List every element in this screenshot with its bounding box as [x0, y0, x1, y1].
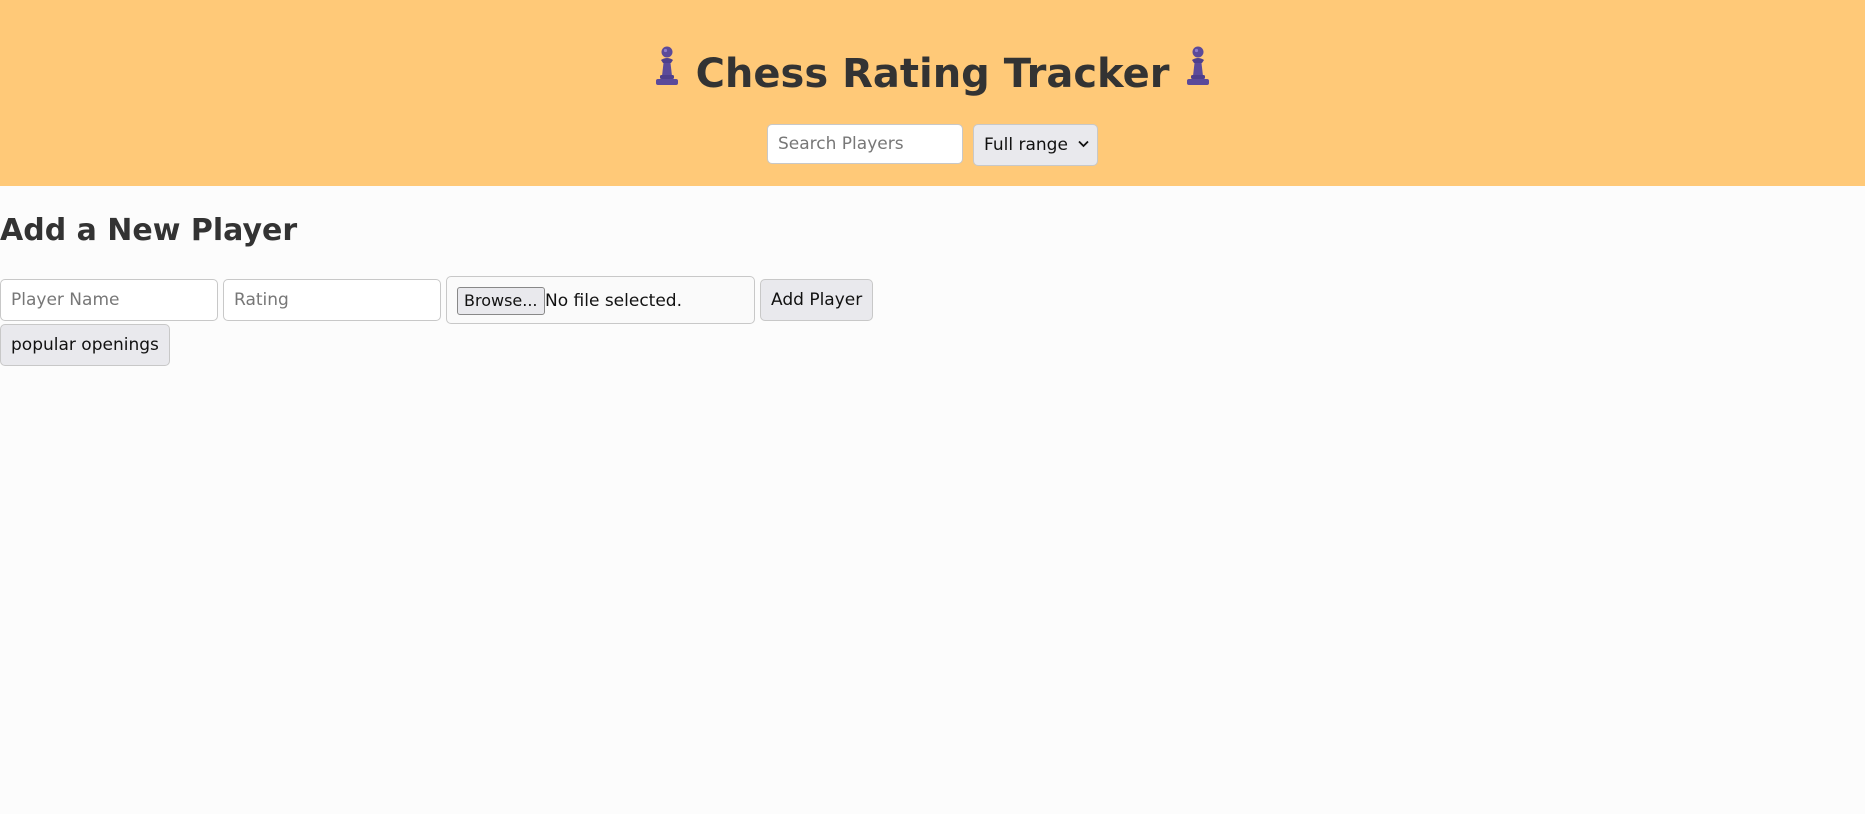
rating-range-select[interactable]: Full range: [973, 124, 1098, 166]
range-select-value: Full range: [984, 135, 1068, 155]
page-title: Chess Rating Tracker: [695, 51, 1170, 97]
file-status: No file selected.: [545, 291, 682, 311]
search-input[interactable]: [767, 124, 963, 164]
header: Chess Rating Tracker Full range: [0, 0, 1865, 186]
add-player-form: Browse... No file selected. Add Player: [0, 276, 874, 324]
popular-openings-button[interactable]: popular openings: [0, 324, 170, 366]
pawn-icon: [652, 45, 682, 100]
pawn-icon: [1183, 45, 1213, 100]
add-player-heading: Add a New Player: [0, 213, 298, 248]
player-name-field[interactable]: [0, 279, 218, 321]
chevron-down-icon: [1078, 125, 1089, 165]
file-input: Browse... No file selected.: [446, 276, 755, 324]
rating-field[interactable]: [223, 279, 441, 321]
title-row: Chess Rating Tracker: [0, 45, 1865, 100]
header-controls: Full range: [0, 124, 1865, 166]
add-player-button[interactable]: Add Player: [760, 279, 874, 321]
browse-button[interactable]: Browse...: [457, 287, 545, 315]
